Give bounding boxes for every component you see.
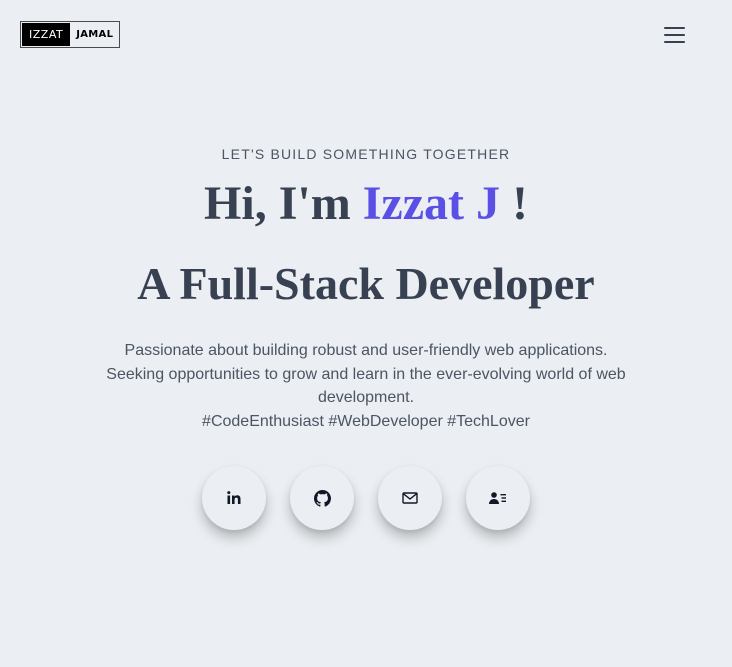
hashtags: #CodeEnthusiast #WebDeveloper #TechLover <box>202 412 530 430</box>
menu-line <box>664 41 685 43</box>
hero-name: Izzat J <box>362 177 500 230</box>
hamburger-menu-icon[interactable] <box>664 27 685 45</box>
github-button[interactable] <box>290 466 354 530</box>
hero-role: A Full-Stack Developer <box>137 258 595 309</box>
linkedin-button[interactable] <box>202 466 266 530</box>
contact-card-icon <box>489 492 506 504</box>
email-button[interactable] <box>378 466 442 530</box>
github-icon <box>313 489 331 507</box>
greeting-suffix: ! <box>499 177 528 230</box>
logo-last-name: JAMAL <box>76 29 114 40</box>
contact-card-button[interactable] <box>466 466 530 530</box>
mail-icon <box>402 492 418 504</box>
hero-description: Passionate about building robust and use… <box>96 339 636 433</box>
linkedin-icon <box>227 491 241 504</box>
site-logo[interactable]: IZZAT JAMAL <box>20 21 121 48</box>
logo-first-name: IZZAT <box>22 23 71 46</box>
menu-line <box>664 34 685 36</box>
description-text: Passionate about building robust and use… <box>106 342 626 406</box>
hero-greeting: Hi, I'm Izzat J ! <box>0 176 732 232</box>
hero-tagline: LET'S BUILD SOMETHING TOGETHER <box>221 146 511 162</box>
social-links <box>0 466 732 530</box>
menu-line <box>664 27 685 29</box>
greeting-prefix: Hi, I'm <box>204 177 363 230</box>
